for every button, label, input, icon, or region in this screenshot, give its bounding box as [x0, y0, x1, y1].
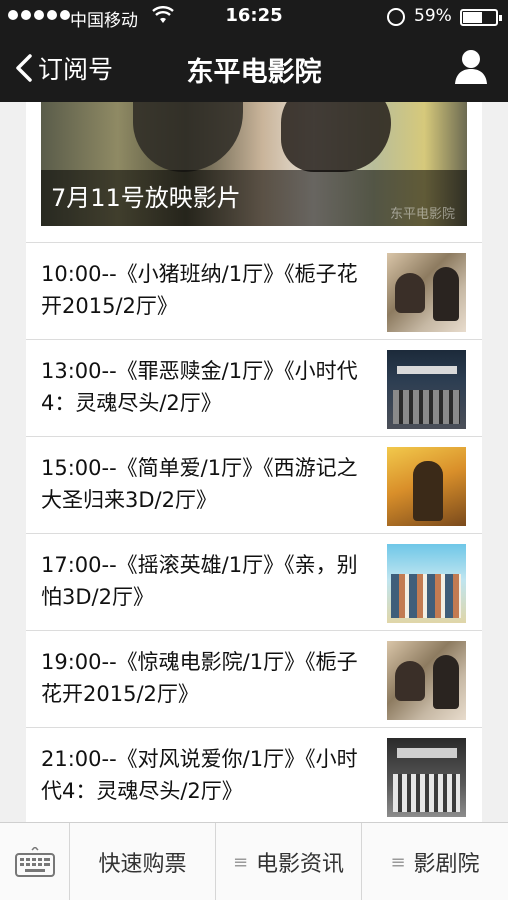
page-title: 东平电影院 — [186, 57, 322, 88]
bottom-menu-bar: 快速购票 ≡ 电影资讯 ≡ 影剧院 — [0, 822, 508, 900]
tab-label: 电影资讯 — [256, 852, 345, 877]
keyboard-toggle-button[interactable] — [0, 823, 70, 900]
banner-image: 7月11号放映影片 东平电影院 — [41, 102, 467, 226]
list-item[interactable]: 10:00--《小猪班纳/1厅》《栀子花开2015/2厅》 — [26, 242, 482, 339]
keyboard-icon — [14, 847, 55, 877]
profile-icon[interactable] — [454, 48, 488, 84]
battery-icon — [460, 9, 502, 26]
movie-poster-thumbnail — [387, 641, 466, 720]
menu-icon: ≡ — [390, 851, 406, 873]
movie-poster-thumbnail — [387, 738, 466, 817]
showtime-text: 13:00--《罪恶赎金/1厅》《小时代4：灵魂尽头/2厅》 — [41, 359, 358, 415]
tab-theater[interactable]: ≡ 影剧院 — [362, 823, 508, 900]
movie-poster-thumbnail — [387, 544, 466, 623]
article-content: 7月11号放映影片 东平电影院 10:00--《小猪班纳/1厅》《栀子花开201… — [26, 102, 482, 822]
movie-poster-thumbnail — [387, 350, 466, 429]
list-item[interactable]: 15:00--《简单爱/1厅》《西游记之大圣归来3D/2厅》 — [26, 436, 482, 533]
movie-poster-thumbnail — [387, 253, 466, 332]
list-item[interactable]: 21:00--《对风说爱你/1厅》《小时代4：灵魂尽头/2厅》 — [26, 727, 482, 822]
tab-label: 影剧院 — [413, 852, 480, 877]
navigation-bar: 订阅号 东平电影院 — [0, 34, 508, 102]
showtime-list: 10:00--《小猪班纳/1厅》《栀子花开2015/2厅》 13:00--《罪恶… — [26, 242, 482, 822]
list-item[interactable]: 17:00--《摇滚英雄/1厅》《亲，别怕3D/2厅》 — [26, 533, 482, 630]
rotation-lock-icon — [387, 8, 405, 26]
showtime-text: 17:00--《摇滚英雄/1厅》《亲，别怕3D/2厅》 — [41, 553, 358, 609]
tab-movie-news[interactable]: ≡ 电影资讯 — [216, 823, 362, 900]
movie-poster-thumbnail — [387, 447, 466, 526]
top-bar: 中国移动 16:25 59% 订阅号 东平电影院 — [0, 0, 508, 102]
tab-label: 快速购票 — [98, 852, 187, 877]
showtime-text: 10:00--《小猪班纳/1厅》《栀子花开2015/2厅》 — [41, 262, 358, 318]
showtime-text: 21:00--《对风说爱你/1厅》《小时代4：灵魂尽头/2厅》 — [41, 747, 358, 803]
menu-icon: ≡ — [232, 851, 249, 873]
watermark: 东平电影院 — [389, 207, 455, 222]
list-item[interactable]: 13:00--《罪恶赎金/1厅》《小时代4：灵魂尽头/2厅》 — [26, 339, 482, 436]
battery-percent: 59% — [414, 6, 452, 26]
list-item[interactable]: 19:00--《惊魂电影院/1厅》《栀子花开2015/2厅》 — [26, 630, 482, 727]
showtime-text: 19:00--《惊魂电影院/1厅》《栀子花开2015/2厅》 — [41, 650, 358, 706]
tab-quick-ticket[interactable]: 快速购票 — [70, 823, 216, 900]
showtime-text: 15:00--《简单爱/1厅》《西游记之大圣归来3D/2厅》 — [41, 456, 358, 512]
status-bar: 中国移动 16:25 59% — [0, 0, 508, 34]
